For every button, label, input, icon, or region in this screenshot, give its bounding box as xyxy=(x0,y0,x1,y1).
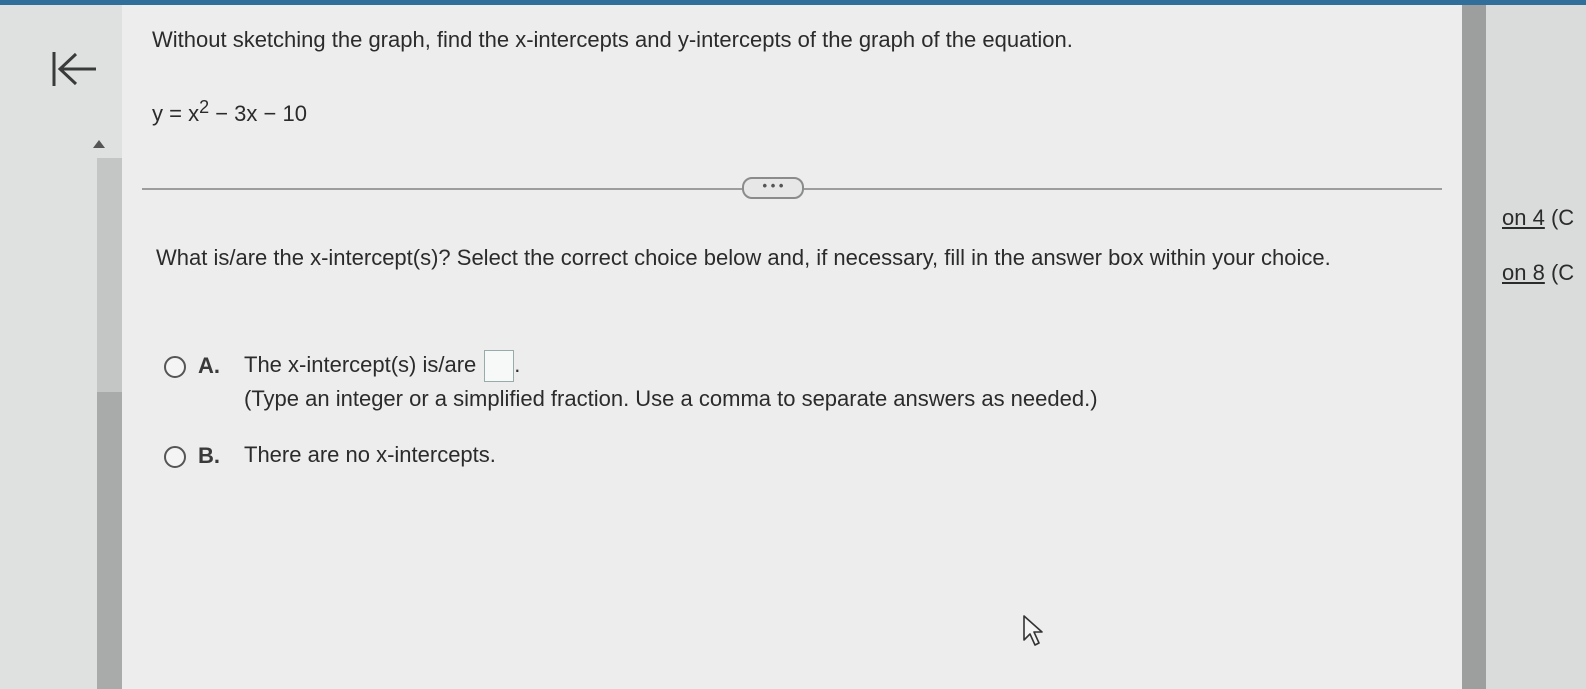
equation-exponent: 2 xyxy=(199,97,210,117)
back-to-start-icon xyxy=(52,52,96,86)
scroll-up-arrow-icon[interactable] xyxy=(93,140,105,148)
question-instruction: Without sketching the graph, find the x-… xyxy=(152,27,1073,52)
question-link-8[interactable]: on 8 (C xyxy=(1502,260,1574,286)
expand-more-button[interactable]: • • • xyxy=(742,177,804,199)
choice-a[interactable]: A. The x-intercept(s) is/are. (Type an i… xyxy=(164,350,1098,416)
choice-a-letter: A. xyxy=(198,353,220,378)
choice-a-hint: (Type an integer or a simplified fractio… xyxy=(244,386,1098,412)
answer-input-box[interactable] xyxy=(484,350,515,383)
question-list-panel: on 4 (C on 8 (C xyxy=(1486,5,1586,689)
sub-question-prompt: What is/are the x-intercept(s)? Select t… xyxy=(156,245,1331,270)
choice-b-text: There are no x-intercepts. xyxy=(244,442,496,467)
choice-a-text: The x-intercept(s) is/are xyxy=(244,352,477,377)
equation-lhs: y = x xyxy=(152,101,200,126)
choice-b-radio[interactable] xyxy=(164,446,186,468)
question-link-4[interactable]: on 4 (C xyxy=(1502,205,1574,231)
choice-b[interactable]: B. There are no x-intercepts. xyxy=(164,442,496,472)
right-scrollbar[interactable] xyxy=(1462,5,1486,689)
choice-a-body: The x-intercept(s) is/are. (Type an inte… xyxy=(244,348,1098,416)
mouse-pointer-icon xyxy=(1023,615,1043,646)
back-to-start-button[interactable] xyxy=(46,46,102,96)
choice-a-radio[interactable] xyxy=(164,356,186,378)
question-content: Without sketching the graph, find the x-… xyxy=(122,5,1462,689)
choice-b-letter: B. xyxy=(198,443,220,468)
equation: y = x2 − 3x − 10 xyxy=(152,97,307,127)
equation-rhs: − 3x − 10 xyxy=(209,101,307,126)
